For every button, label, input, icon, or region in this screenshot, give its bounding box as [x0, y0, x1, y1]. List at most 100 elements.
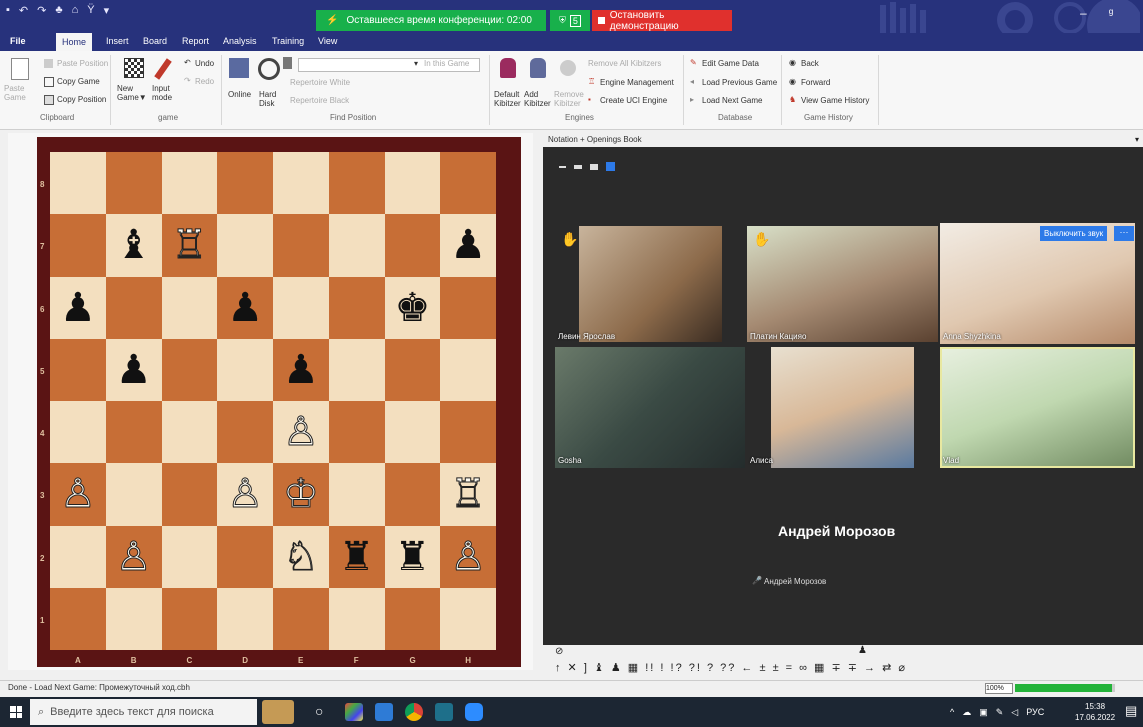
layout-grid-icon[interactable]: [606, 162, 615, 171]
redo-button[interactable]: Redo: [195, 77, 214, 86]
repertoire-black-button[interactable]: Repertoire Black: [290, 96, 349, 105]
minimize-button[interactable]: –: [1080, 6, 1087, 20]
language-indicator[interactable]: РУС: [1026, 707, 1044, 718]
menu-analysis[interactable]: Analysis: [223, 36, 257, 46]
security-badge[interactable]: ⛨ 5: [550, 10, 590, 31]
chevron-down-icon[interactable]: ▾: [414, 59, 418, 68]
participant-tile[interactable]: Алиса: [747, 347, 938, 468]
taskbar-search-input[interactable]: ⌕ Введите здесь текст для поиска: [30, 699, 257, 725]
square-g6[interactable]: ♚: [384, 276, 441, 339]
network-icon[interactable]: ♣: [55, 4, 62, 17]
zoom-app-icon[interactable]: [465, 703, 483, 721]
clock[interactable]: 15:38 17.06.2022: [1075, 701, 1115, 723]
participant-tile[interactable]: Anna Shyzhkina: [940, 223, 1135, 344]
menu-insert[interactable]: Insert: [106, 36, 129, 46]
annotation-symbols[interactable]: ↑ ✕ ] ♝ ♟ ▦ !! ! !? ?! ? ?? ← ± ± = ∞ ▦ …: [555, 661, 907, 674]
square-a4[interactable]: [50, 401, 106, 464]
chess-piece[interactable]: ♘: [282, 536, 319, 577]
chess-piece[interactable]: ♖: [171, 225, 208, 266]
task-view-icon[interactable]: ○: [315, 703, 323, 719]
chevron-down-icon[interactable]: ▾: [104, 4, 110, 17]
layout-list-icon[interactable]: [590, 163, 598, 170]
participant-tile-active-speaker[interactable]: Vlad: [940, 347, 1135, 468]
menu-report[interactable]: Report: [182, 36, 209, 46]
remove-kibitzer-button[interactable]: Remove Kibitzer: [554, 90, 584, 108]
square-f3[interactable]: [328, 463, 385, 526]
square-e8[interactable]: [273, 152, 329, 215]
square-b8[interactable]: [105, 152, 162, 215]
square-c7[interactable]: ♖: [161, 214, 218, 277]
save-icon[interactable]: ▪: [6, 4, 10, 17]
square-h6[interactable]: [440, 276, 496, 339]
square-d4[interactable]: [217, 401, 273, 464]
restore-button[interactable]: ᵍ: [1109, 6, 1114, 20]
chess-piece[interactable]: ♙: [282, 412, 319, 453]
square-d8[interactable]: [217, 152, 273, 215]
zoom-level[interactable]: 100%: [985, 683, 1013, 694]
engine-management-button[interactable]: Engine Management: [600, 78, 674, 87]
engine-icon[interactable]: ⊘: [555, 646, 563, 657]
square-c2[interactable]: [161, 525, 218, 588]
load-next-game-button[interactable]: Load Next Game: [702, 96, 762, 105]
square-h1[interactable]: [440, 587, 496, 650]
square-a2[interactable]: [50, 525, 106, 588]
new-game-button[interactable]: New Game▼: [117, 84, 149, 102]
chevron-down-icon[interactable]: ▾: [1135, 135, 1139, 144]
square-a3[interactable]: ♙: [50, 463, 106, 526]
windows-start-icon[interactable]: [10, 706, 22, 718]
square-a5[interactable]: [50, 338, 106, 401]
chess-piece[interactable]: ♟: [227, 288, 263, 328]
square-g4[interactable]: [384, 401, 441, 464]
default-kibitzer-button[interactable]: Default Kibitzer: [494, 90, 524, 108]
chess-piece[interactable]: ♜: [339, 537, 375, 577]
chess-piece[interactable]: ♟: [116, 350, 152, 390]
forward-button[interactable]: Forward: [801, 78, 830, 87]
chess-piece[interactable]: ♖: [450, 474, 487, 515]
create-uci-engine-button[interactable]: Create UCI Engine: [600, 96, 667, 105]
paste-position-button[interactable]: Paste Position: [57, 59, 108, 68]
chess-piece[interactable]: ♙: [450, 536, 487, 577]
chess-piece[interactable]: ♟: [60, 288, 96, 328]
menu-view[interactable]: View: [318, 36, 337, 46]
app-banner-icon[interactable]: [262, 700, 294, 724]
square-h3[interactable]: ♖: [440, 463, 496, 526]
stop-demo-button[interactable]: Остановить демонстрацию: [592, 10, 732, 32]
square-e7[interactable]: [273, 214, 329, 277]
chess-piece[interactable]: ♚: [394, 288, 430, 328]
square-d5[interactable]: [217, 338, 273, 401]
square-c3[interactable]: [161, 463, 218, 526]
square-d6[interactable]: ♟: [217, 276, 273, 339]
participant-tile[interactable]: ✋ Левин Ярослав: [555, 223, 745, 344]
menu-home[interactable]: Home: [56, 33, 93, 51]
square-f5[interactable]: [328, 338, 385, 401]
online-button[interactable]: Online: [228, 90, 251, 99]
pin-icon[interactable]: Ÿ: [87, 4, 94, 17]
file-explorer-icon[interactable]: [375, 703, 393, 721]
square-a8[interactable]: [50, 152, 106, 215]
square-b6[interactable]: [105, 276, 162, 339]
square-c4[interactable]: [161, 401, 218, 464]
cloud-icon[interactable]: ☁: [962, 707, 971, 718]
volume-icon[interactable]: ◁: [1011, 707, 1018, 718]
square-c6[interactable]: [161, 276, 218, 339]
square-e3[interactable]: ♔: [273, 463, 329, 526]
undo-icon[interactable]: ↶: [19, 4, 28, 17]
square-e6[interactable]: [273, 276, 329, 339]
square-d7[interactable]: [217, 214, 273, 277]
chess-piece[interactable]: ♝: [116, 225, 152, 265]
participant-tile[interactable]: Gosha: [555, 347, 745, 468]
square-h7[interactable]: ♟: [440, 214, 496, 277]
layout-min-icon[interactable]: [559, 165, 566, 168]
square-f8[interactable]: [328, 152, 385, 215]
chess-piece[interactable]: ♙: [227, 474, 264, 515]
chessboard[interactable]: ♝ ♖ ♟ ♟ ♟ ♚ ♟ ♟ ♙ ♙ ♙ ♔ ♖ ♙ ♘ ♜ ♜ ♙: [50, 152, 496, 650]
chess-piece[interactable]: ♜: [394, 537, 430, 577]
menu-file[interactable]: File: [10, 36, 26, 46]
square-b4[interactable]: [105, 401, 162, 464]
chess-piece[interactable]: ♟: [450, 225, 486, 265]
square-e4[interactable]: ♙: [273, 401, 329, 464]
copy-game-button[interactable]: Copy Game: [57, 77, 100, 86]
pin-icon[interactable]: ⌂: [72, 4, 79, 17]
remove-all-kibitzers-button[interactable]: Remove All Kibitzers: [588, 59, 661, 68]
copy-position-button[interactable]: Copy Position: [57, 95, 106, 104]
